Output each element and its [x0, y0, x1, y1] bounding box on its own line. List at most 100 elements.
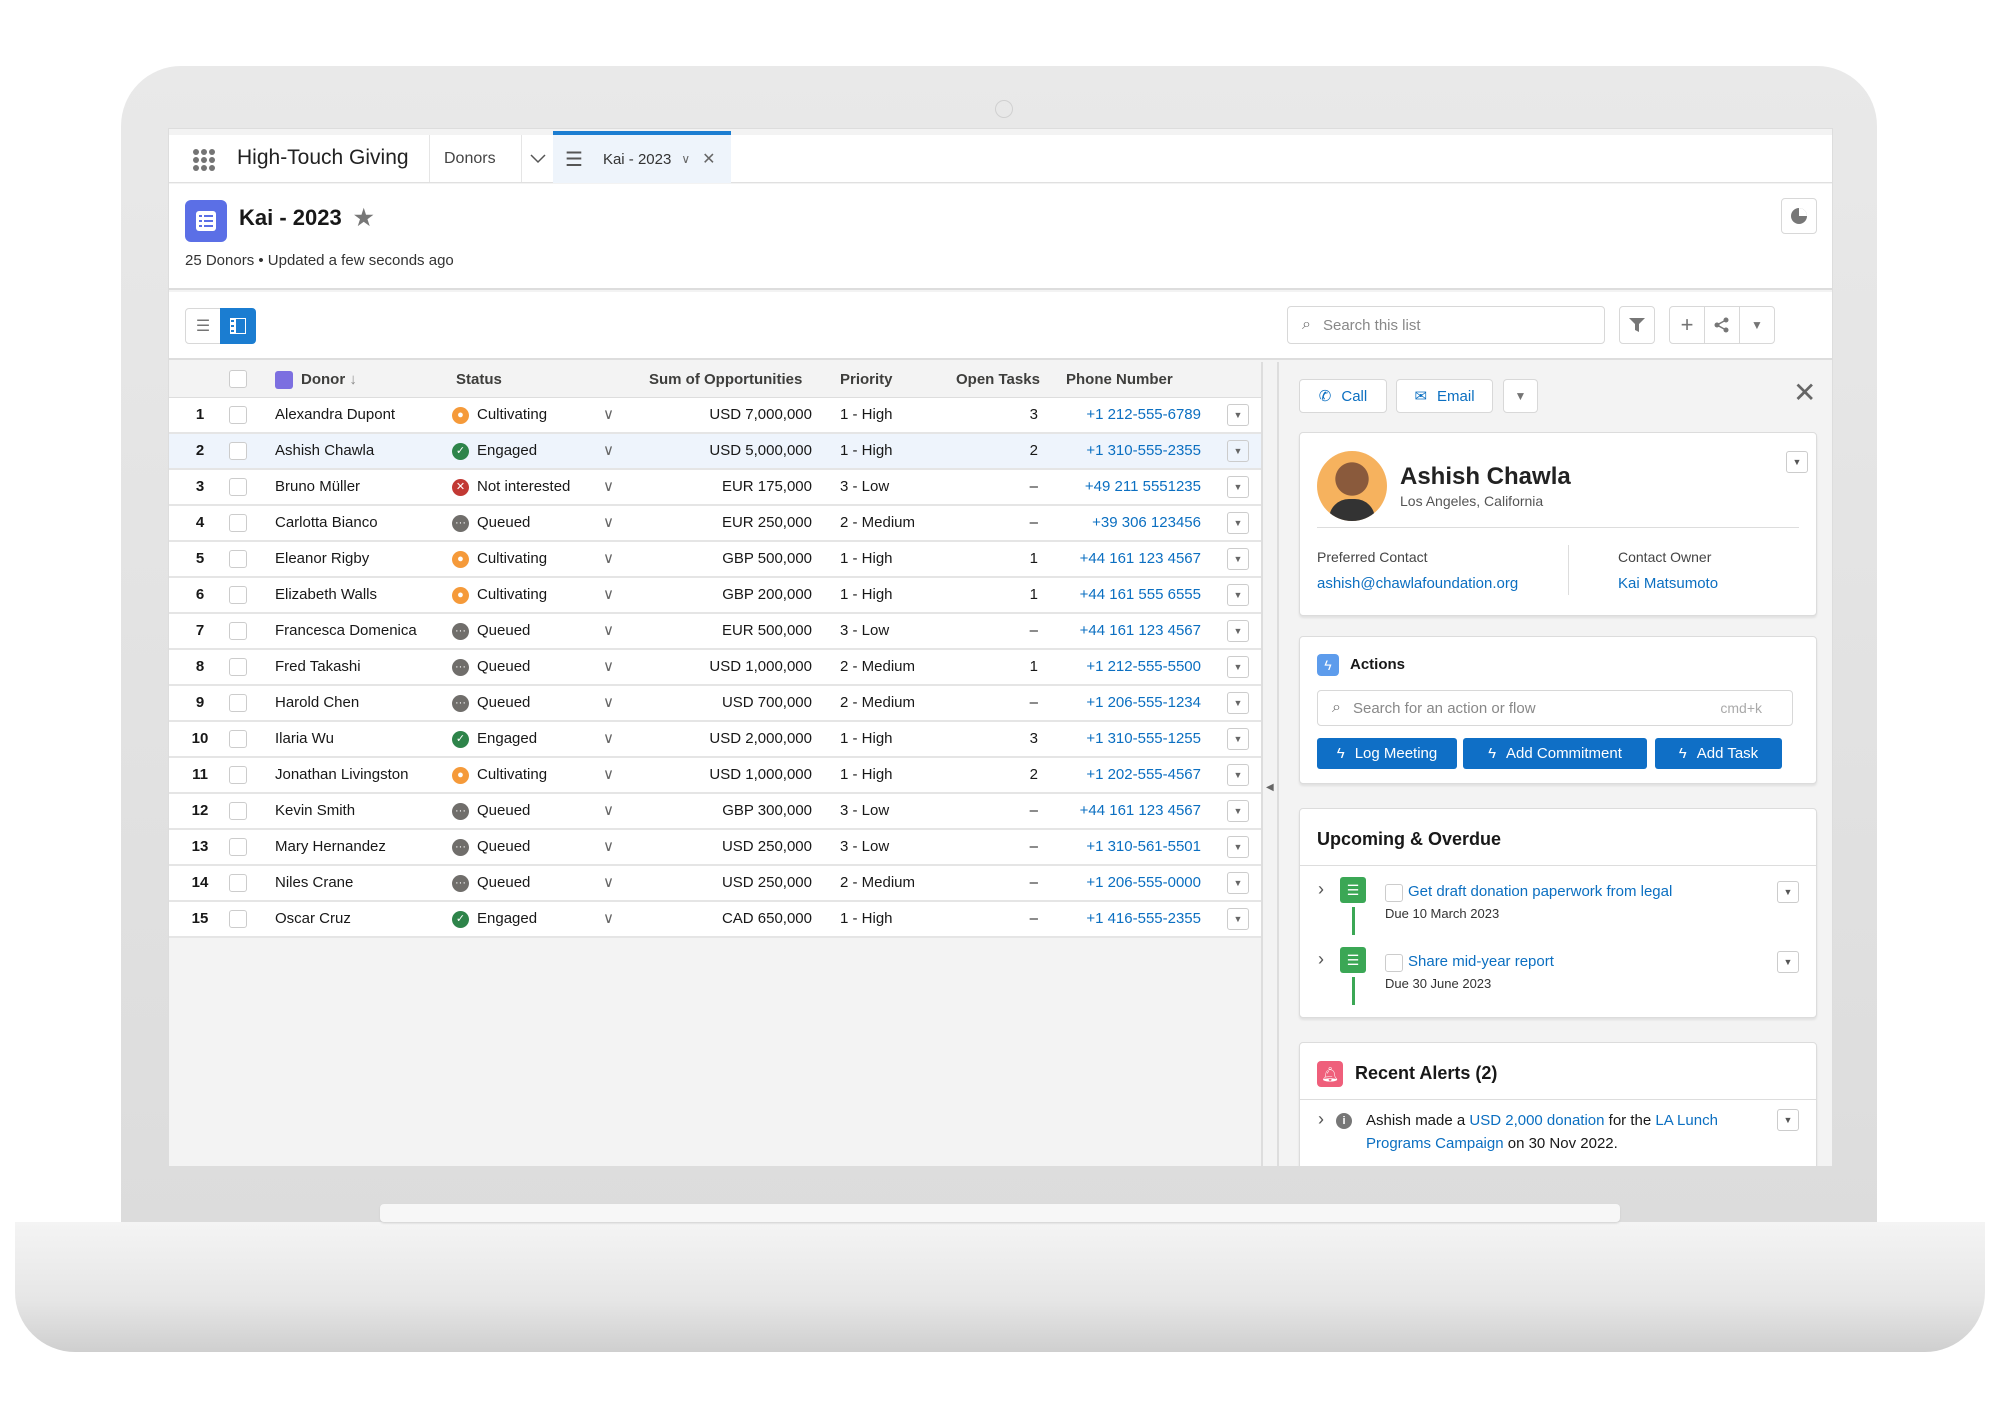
- donation-link[interactable]: USD 2,000 donation: [1469, 1112, 1604, 1129]
- table-row[interactable]: 1 Alexandra Dupont ● Cultivating ∨ USD 7,000,…: [169, 398, 1261, 434]
- phone-number[interactable]: +1 206-555-1234: [1049, 686, 1201, 720]
- row-menu-dropdown[interactable]: ▼: [1227, 692, 1249, 714]
- alert-menu-dropdown[interactable]: ▼: [1777, 1109, 1799, 1131]
- call-button[interactable]: ✆ Call: [1299, 379, 1387, 413]
- row-checkbox[interactable]: [229, 766, 247, 784]
- status-chevron-down-icon[interactable]: ∨: [603, 542, 614, 576]
- row-menu-dropdown[interactable]: ▼: [1227, 908, 1249, 930]
- phone-number[interactable]: +44 161 123 4567: [1049, 614, 1201, 648]
- table-row[interactable]: 6 Elizabeth Walls ● Cultivating ∨ GBP 200,000…: [169, 578, 1261, 614]
- close-tab-icon[interactable]: ✕: [702, 149, 715, 169]
- phone-number[interactable]: +44 161 555 6555: [1049, 578, 1201, 612]
- donor-name[interactable]: Fred Takashi: [275, 650, 361, 684]
- status-chevron-down-icon[interactable]: ∨: [603, 578, 614, 612]
- chevron-right-icon[interactable]: ›: [1318, 879, 1324, 900]
- column-phone[interactable]: Phone Number: [1066, 362, 1173, 398]
- table-row[interactable]: 10 Ilaria Wu ✓ Engaged ∨ USD 2,000,000 1 - Hig…: [169, 722, 1261, 758]
- column-donor[interactable]: Donor ↓: [275, 362, 357, 398]
- donor-name[interactable]: Francesca Domenica: [275, 614, 417, 648]
- preferred-contact-email[interactable]: ashish@chawlafoundation.org: [1317, 575, 1518, 592]
- phone-number[interactable]: +1 416-555-2355: [1049, 902, 1201, 936]
- contact-menu-dropdown[interactable]: ▼: [1786, 451, 1808, 473]
- chevron-down-icon[interactable]: ∨: [681, 152, 690, 166]
- task-title[interactable]: Get draft donation paperwork from legal: [1408, 883, 1672, 900]
- chart-icon[interactable]: [1781, 198, 1817, 234]
- status-chevron-down-icon[interactable]: ∨: [603, 830, 614, 864]
- donor-name[interactable]: Elizabeth Walls: [275, 578, 377, 612]
- add-commitment-button[interactable]: ϟ Add Commitment: [1463, 738, 1647, 769]
- status-chevron-down-icon[interactable]: ∨: [603, 506, 614, 540]
- column-status[interactable]: Status: [456, 362, 502, 398]
- donor-name[interactable]: Ilaria Wu: [275, 722, 334, 756]
- status-chevron-down-icon[interactable]: ∨: [603, 794, 614, 828]
- filter-icon[interactable]: [1619, 306, 1655, 344]
- row-checkbox[interactable]: [229, 694, 247, 712]
- status-chevron-down-icon[interactable]: ∨: [603, 722, 614, 756]
- task-title[interactable]: Share mid-year report: [1408, 953, 1554, 970]
- app-launcher-icon[interactable]: [193, 149, 215, 171]
- row-checkbox[interactable]: [229, 730, 247, 748]
- chevron-right-icon[interactable]: ›: [1318, 1109, 1324, 1130]
- row-checkbox[interactable]: [229, 658, 247, 676]
- column-open-tasks[interactable]: Open Tasks: [956, 362, 1040, 398]
- phone-number[interactable]: +1 212-555-6789: [1049, 398, 1201, 432]
- table-row[interactable]: 14 Niles Crane ··· Queued ∨ USD 250,000 2 - Me…: [169, 866, 1261, 902]
- star-icon[interactable]: ★: [354, 205, 374, 230]
- task-menu-dropdown[interactable]: ▼: [1777, 951, 1799, 973]
- row-menu-dropdown[interactable]: ▼: [1227, 728, 1249, 750]
- table-row[interactable]: 8 Fred Takashi ··· Queued ∨ USD 1,000,000 2 - …: [169, 650, 1261, 686]
- donor-name[interactable]: Carlotta Bianco: [275, 506, 378, 540]
- task-menu-dropdown[interactable]: ▼: [1777, 881, 1799, 903]
- table-row[interactable]: 7 Francesca Domenica ··· Queued ∨ EUR 500,000…: [169, 614, 1261, 650]
- row-checkbox[interactable]: [229, 550, 247, 568]
- more-actions-dropdown[interactable]: ▼: [1503, 379, 1538, 413]
- row-checkbox[interactable]: [229, 442, 247, 460]
- select-all-checkbox[interactable]: [229, 370, 247, 388]
- donor-name[interactable]: Kevin Smith: [275, 794, 355, 828]
- log-meeting-button[interactable]: ϟ Log Meeting: [1317, 738, 1457, 769]
- column-priority[interactable]: Priority: [840, 362, 893, 398]
- close-icon[interactable]: ✕: [1793, 376, 1816, 409]
- more-dropdown-icon[interactable]: ▼: [1739, 306, 1775, 344]
- row-menu-dropdown[interactable]: ▼: [1227, 836, 1249, 858]
- search-input[interactable]: ⌕ Search this list: [1287, 306, 1605, 344]
- donor-name[interactable]: Mary Hernandez: [275, 830, 386, 864]
- tab-kai-2023[interactable]: ☰ Kai - 2023 ∨ ✕: [553, 131, 731, 183]
- task-checkbox[interactable]: [1385, 954, 1403, 972]
- phone-number[interactable]: +1 202-555-4567: [1049, 758, 1201, 792]
- phone-number[interactable]: +1 310-561-5501: [1049, 830, 1201, 864]
- phone-number[interactable]: +44 161 123 4567: [1049, 794, 1201, 828]
- donor-name[interactable]: Alexandra Dupont: [275, 398, 395, 432]
- donor-name[interactable]: Ashish Chawla: [275, 434, 374, 468]
- row-checkbox[interactable]: [229, 874, 247, 892]
- row-menu-dropdown[interactable]: ▼: [1227, 584, 1249, 606]
- table-row[interactable]: 3 Bruno Müller ✕ Not interested ∨ EUR 175,000…: [169, 470, 1261, 506]
- phone-number[interactable]: +39 306 123456: [1049, 506, 1201, 540]
- status-chevron-down-icon[interactable]: ∨: [603, 650, 614, 684]
- phone-number[interactable]: +1 310-555-2355: [1049, 434, 1201, 468]
- table-row[interactable]: 12 Kevin Smith ··· Queued ∨ GBP 300,000 3 - Lo…: [169, 794, 1261, 830]
- phone-number[interactable]: +1 212-555-5500: [1049, 650, 1201, 684]
- row-menu-dropdown[interactable]: ▼: [1227, 800, 1249, 822]
- add-task-button[interactable]: ϟ Add Task: [1655, 738, 1782, 769]
- row-checkbox[interactable]: [229, 838, 247, 856]
- donor-name[interactable]: Oscar Cruz: [275, 902, 351, 936]
- row-checkbox[interactable]: [229, 514, 247, 532]
- phone-number[interactable]: +44 161 123 4567: [1049, 542, 1201, 576]
- row-menu-dropdown[interactable]: ▼: [1227, 764, 1249, 786]
- table-row[interactable]: 4 Carlotta Bianco ··· Queued ∨ EUR 250,000 2 -…: [169, 506, 1261, 542]
- status-chevron-down-icon[interactable]: ∨: [603, 758, 614, 792]
- table-row[interactable]: 9 Harold Chen ··· Queued ∨ USD 700,000 2 - Med…: [169, 686, 1261, 722]
- share-icon[interactable]: [1704, 306, 1740, 344]
- phone-number[interactable]: +1 206-555-0000: [1049, 866, 1201, 900]
- row-menu-dropdown[interactable]: ▼: [1227, 476, 1249, 498]
- status-chevron-down-icon[interactable]: ∨: [603, 398, 614, 432]
- row-checkbox[interactable]: [229, 910, 247, 928]
- row-checkbox[interactable]: [229, 622, 247, 640]
- panel-splitter[interactable]: ◀: [1261, 362, 1279, 1166]
- table-row[interactable]: 2 Ashish Chawla ✓ Engaged ∨ USD 5,000,000 1 - …: [169, 434, 1261, 470]
- status-chevron-down-icon[interactable]: ∨: [603, 614, 614, 648]
- phone-number[interactable]: +1 310-555-1255: [1049, 722, 1201, 756]
- split-view-button[interactable]: [220, 308, 256, 344]
- row-checkbox[interactable]: [229, 802, 247, 820]
